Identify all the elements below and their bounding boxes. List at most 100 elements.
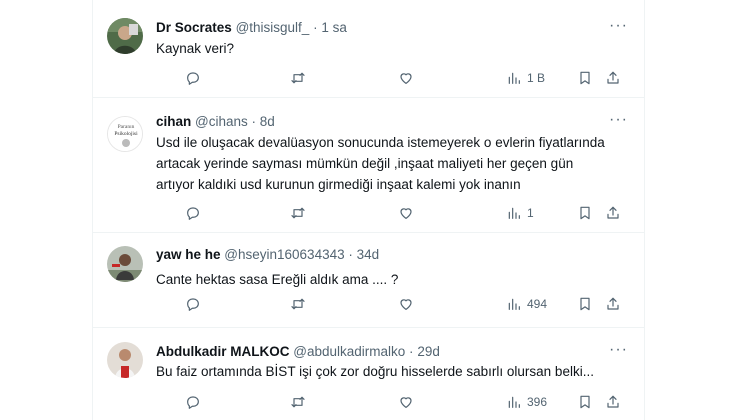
share-button[interactable] <box>605 391 621 413</box>
bookmark-icon <box>580 395 590 409</box>
views-button[interactable]: 396 <box>506 391 547 413</box>
views-icon <box>508 72 520 84</box>
reply-icon <box>187 72 199 85</box>
bookmark-button[interactable] <box>577 67 593 89</box>
separator-dot: · <box>251 114 257 129</box>
more-icon[interactable]: ··· <box>609 17 628 35</box>
like-icon <box>400 299 412 310</box>
separator-dot: · <box>313 20 318 35</box>
action-bar: 1 B <box>156 67 636 89</box>
tweet-text: Bu faiz ortamında BİST işi çok zor doğru… <box>156 361 626 382</box>
author-handle[interactable]: @thisisgulf_ <box>236 20 310 35</box>
author-name[interactable]: Dr Socrates <box>156 20 232 35</box>
action-bar: 494 <box>156 293 636 315</box>
views-icon <box>508 207 520 219</box>
share-icon <box>607 71 619 84</box>
tweet-text-line: Kaynak veri? <box>156 41 235 56</box>
action-bar: 1 <box>156 202 636 224</box>
avatar[interactable] <box>107 246 143 282</box>
avatar[interactable] <box>107 342 143 378</box>
tweet-text-line: artacak yerinde sayması mümkün değil ,in… <box>156 156 574 171</box>
reply-button[interactable] <box>185 202 201 224</box>
like-button[interactable] <box>398 293 414 315</box>
views-count: 1 <box>527 206 534 220</box>
like-button[interactable] <box>398 202 414 224</box>
bookmark-button[interactable] <box>577 391 593 413</box>
bookmark-button[interactable] <box>577 293 593 315</box>
timeline: Dr Socrates @thisisgulf_ · 1 sa ··· Kayn… <box>92 0 645 420</box>
timestamp[interactable]: 1 sa <box>321 20 347 35</box>
author-handle[interactable]: @hseyin160634343 <box>224 247 344 262</box>
reply-button[interactable] <box>185 293 201 315</box>
views-count: 1 B <box>527 71 546 85</box>
tweet-text-line: artıyor kaldıki usd kurunun girmediği in… <box>156 177 521 192</box>
tweet-header: Abdulkadir MALKOC @abdulkadirmalko · 29d <box>156 344 440 360</box>
author-handle[interactable]: @cihans <box>195 114 248 129</box>
reply-button[interactable] <box>185 391 201 413</box>
tweet-text-line: Bu faiz ortamında BİST işi çok zor doğru… <box>156 364 594 379</box>
tweet-text: Usd ile oluşacak devalüasyon sonucunda i… <box>156 132 626 195</box>
reply-icon <box>187 396 199 409</box>
like-icon <box>400 397 412 408</box>
author-name[interactable]: Abdulkadir MALKOC <box>156 344 290 359</box>
tweet[interactable]: Dr Socrates @thisisgulf_ · 1 sa ··· Kayn… <box>93 0 644 98</box>
tweet-text-line: Cante hektas sasa Ereğli aldık ama .... … <box>156 272 399 287</box>
author-name[interactable]: cihan <box>156 114 191 129</box>
views-button[interactable]: 1 <box>506 202 534 224</box>
tweet[interactable]: Abdulkadir MALKOC @abdulkadirmalko · 29d… <box>93 328 644 420</box>
tweet-text: Kaynak veri? <box>156 38 626 59</box>
action-bar: 396 <box>156 391 636 413</box>
tweet-text-line: Usd ile oluşacak devalüasyon sonucunda i… <box>156 135 605 150</box>
bookmark-icon <box>580 206 590 220</box>
bookmark-icon <box>580 71 590 85</box>
like-icon <box>400 208 412 219</box>
share-button[interactable] <box>605 293 621 315</box>
more-icon[interactable]: ··· <box>609 341 628 359</box>
like-button[interactable] <box>398 391 414 413</box>
tweet-text: Cante hektas sasa Ereğli aldık ama .... … <box>156 269 626 290</box>
bookmark-button[interactable] <box>577 202 593 224</box>
avatar-text: Paranın <box>118 124 135 130</box>
author-handle[interactable]: @abdulkadirmalko <box>293 344 405 359</box>
views-button[interactable]: 494 <box>506 293 547 315</box>
retweet-icon <box>291 298 305 310</box>
views-count: 396 <box>527 395 548 409</box>
retweet-button[interactable] <box>290 67 306 89</box>
retweet-button[interactable] <box>290 202 306 224</box>
like-button[interactable] <box>398 67 414 89</box>
share-icon <box>607 297 619 310</box>
timestamp[interactable]: 8d <box>260 114 275 129</box>
avatar-text: Psikolojisi <box>114 131 138 137</box>
retweet-icon <box>291 207 305 219</box>
avatar[interactable]: Paranın Psikolojisi <box>107 116 143 152</box>
reply-icon <box>187 207 199 220</box>
tweet-header: Dr Socrates @thisisgulf_ · 1 sa <box>156 20 347 36</box>
separator-dot: · <box>409 344 414 359</box>
separator-dot: · <box>348 247 353 262</box>
like-icon <box>400 73 412 84</box>
views-count: 494 <box>527 297 548 311</box>
timestamp[interactable]: 29d <box>417 344 440 359</box>
author-name[interactable]: yaw he he <box>156 247 221 262</box>
share-icon <box>607 206 619 219</box>
avatar[interactable] <box>107 18 143 54</box>
retweet-button[interactable] <box>290 391 306 413</box>
retweet-icon <box>291 72 305 84</box>
share-button[interactable] <box>605 67 621 89</box>
views-icon <box>508 396 520 408</box>
tweet-header: yaw he he @hseyin160634343 · 34d <box>156 247 379 263</box>
tweet[interactable]: Paranın Psikolojisi cihan @cihans · 8d ·… <box>93 98 644 233</box>
reply-icon <box>187 298 199 311</box>
retweet-button[interactable] <box>290 293 306 315</box>
tweet-header: cihan @cihans · 8d <box>156 114 275 130</box>
more-icon[interactable]: ··· <box>609 111 628 129</box>
reply-button[interactable] <box>185 67 201 89</box>
bookmark-icon <box>580 297 590 311</box>
share-icon <box>607 395 619 408</box>
views-icon <box>508 298 520 310</box>
views-button[interactable]: 1 B <box>506 67 545 89</box>
timestamp[interactable]: 34d <box>357 247 380 262</box>
share-button[interactable] <box>605 202 621 224</box>
retweet-icon <box>291 396 305 408</box>
tweet[interactable]: yaw he he @hseyin160634343 · 34d Cante h… <box>93 233 644 328</box>
